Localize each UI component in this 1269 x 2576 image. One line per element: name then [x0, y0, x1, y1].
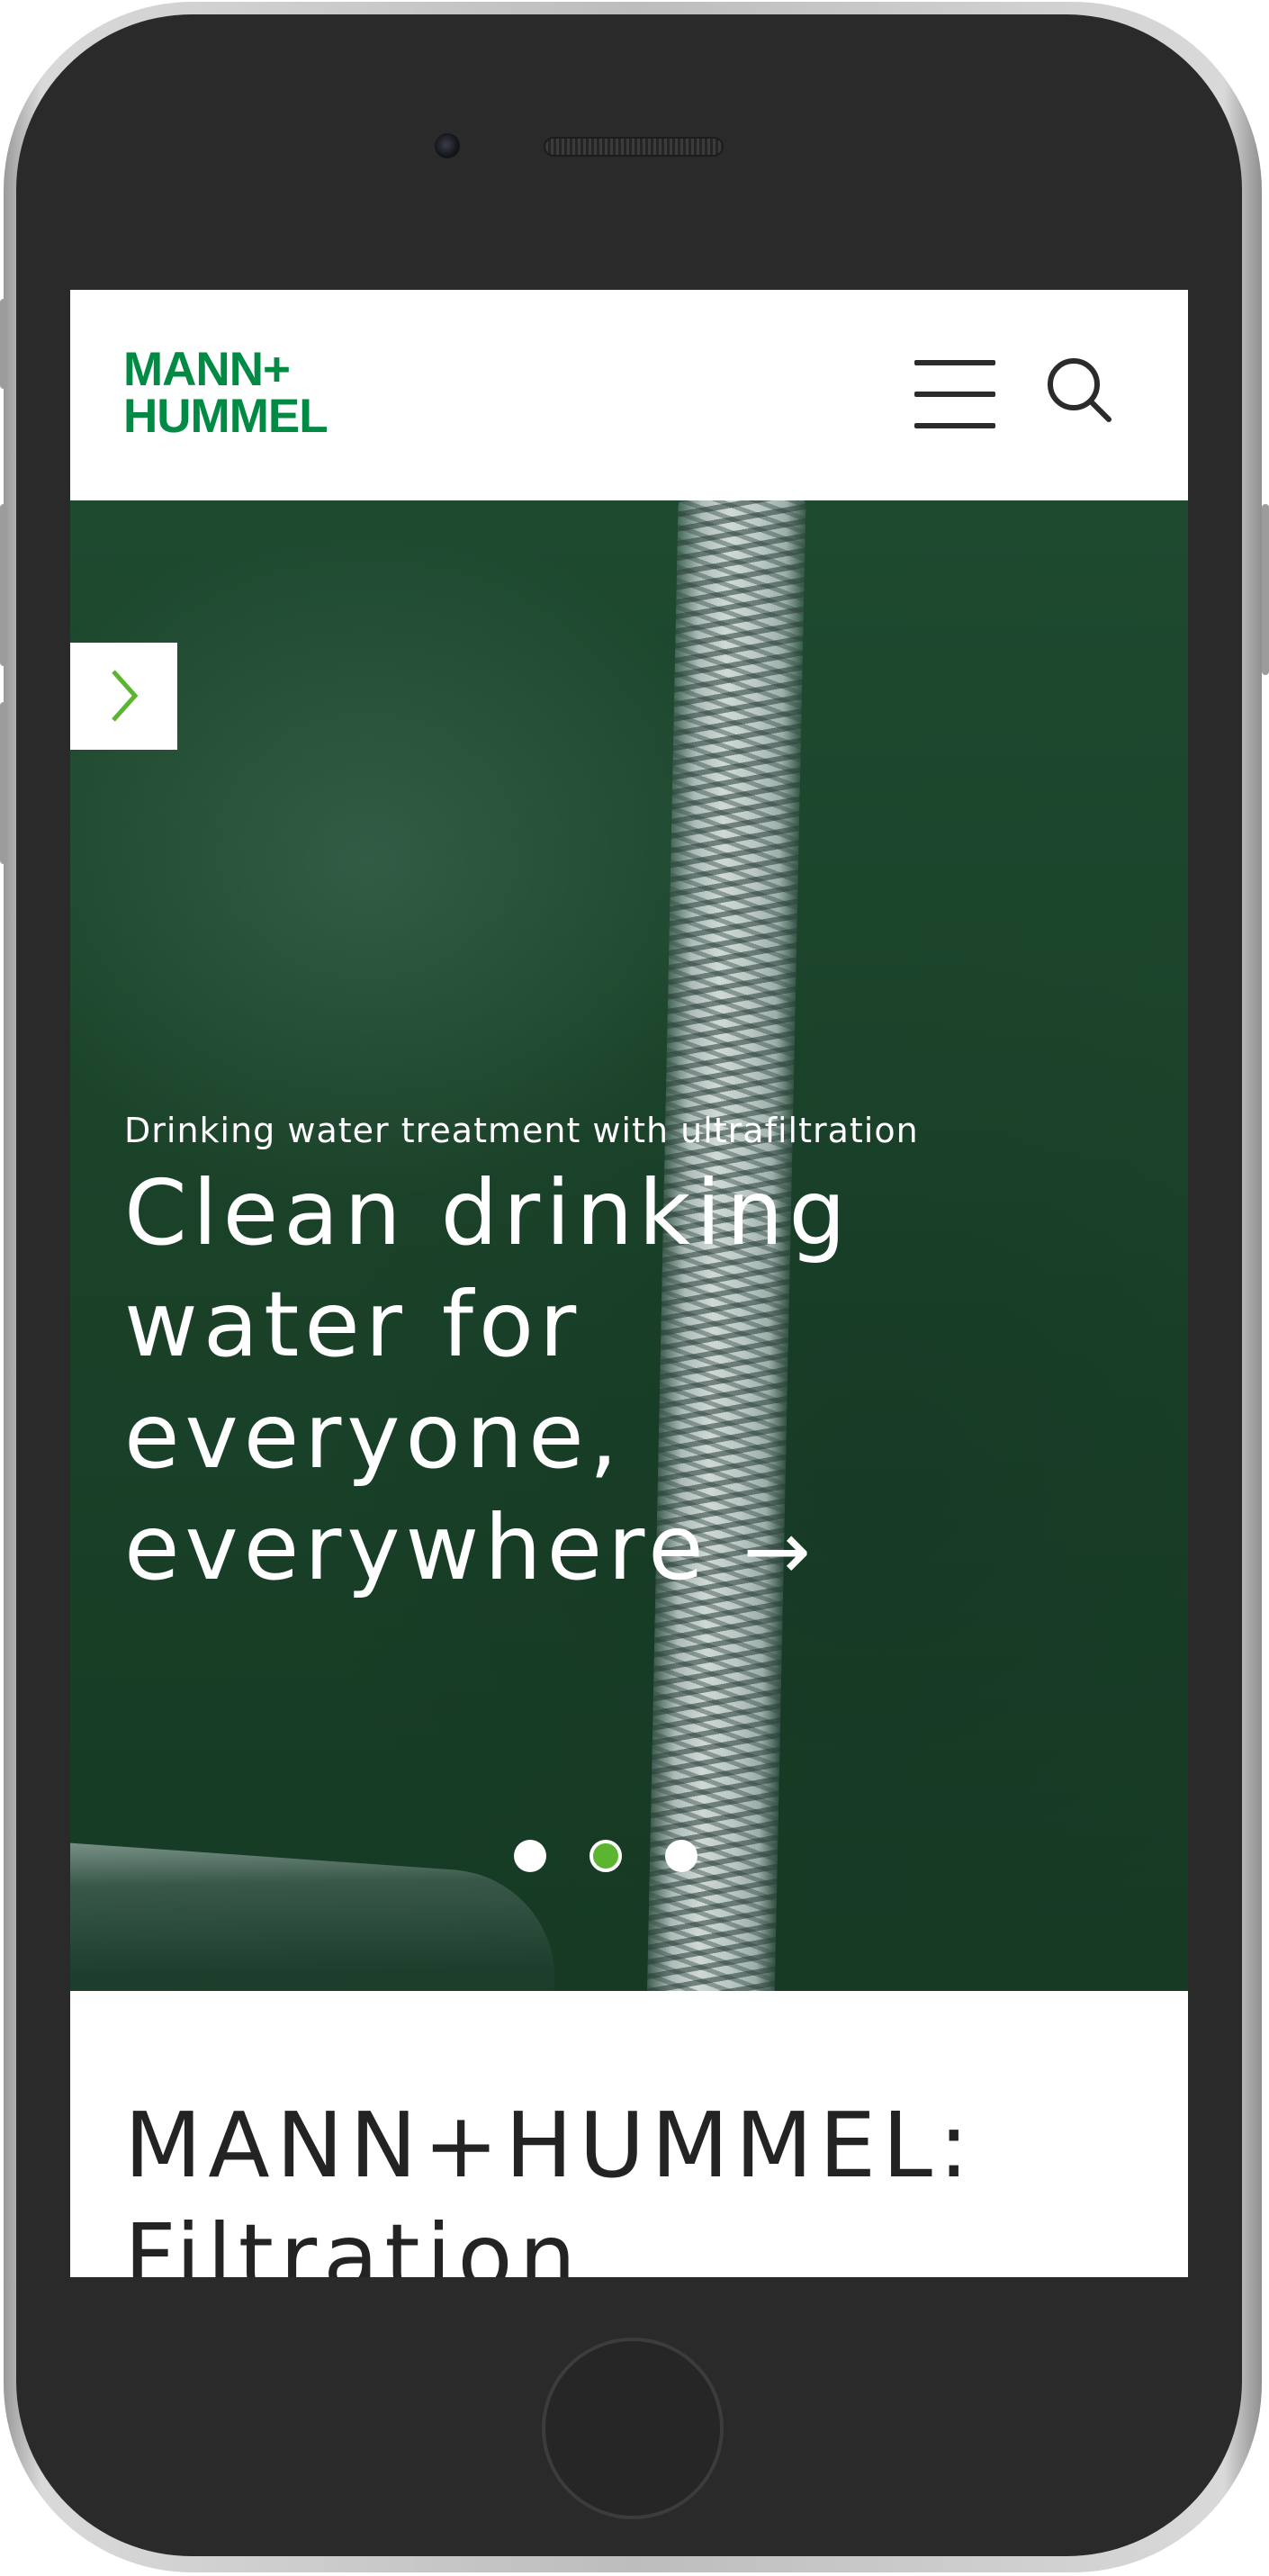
hero-eyebrow: Drinking water treatment with ultrafiltr… — [124, 1111, 919, 1150]
earpiece-speaker — [544, 137, 724, 157]
slider-prev-button[interactable] — [70, 643, 177, 750]
section-title: MANN+HUMMEL: Filtration — [124, 2093, 976, 2277]
logo-line-2: HUMMEL — [123, 390, 328, 443]
logo-line-1: MANN+ — [123, 343, 291, 396]
device-screen: MANN+ HUMMEL Drinking water treatment wi… — [70, 290, 1188, 2277]
slider-pagination — [70, 1840, 1188, 1876]
hamburger-menu-icon[interactable] — [914, 360, 995, 428]
hero-headline[interactable]: Clean drinking water for everyone, every… — [124, 1157, 898, 1608]
search-icon[interactable] — [1044, 355, 1116, 427]
volume-down-button — [0, 702, 7, 864]
slider-dot-1[interactable] — [514, 1840, 546, 1872]
hero-slider: Drinking water treatment with ultrafiltr… — [70, 500, 1188, 1991]
power-button — [1262, 504, 1269, 675]
volume-up-button — [0, 504, 7, 666]
site-header: MANN+ HUMMEL — [70, 290, 1188, 500]
front-camera — [435, 133, 460, 158]
slider-dot-2-active[interactable] — [590, 1840, 622, 1872]
intro-section: MANN+HUMMEL: Filtration — [70, 1991, 1188, 2277]
chevron-right-icon — [112, 670, 139, 722]
mann-hummel-logo[interactable]: MANN+ HUMMEL — [123, 343, 398, 444]
home-button[interactable] — [542, 2337, 724, 2519]
hero-text-block[interactable]: Drinking water treatment with ultrafiltr… — [124, 1111, 1159, 1608]
mute-switch — [0, 299, 7, 389]
arrow-right-icon: → — [742, 1504, 811, 1599]
slider-dot-3[interactable] — [665, 1840, 698, 1872]
